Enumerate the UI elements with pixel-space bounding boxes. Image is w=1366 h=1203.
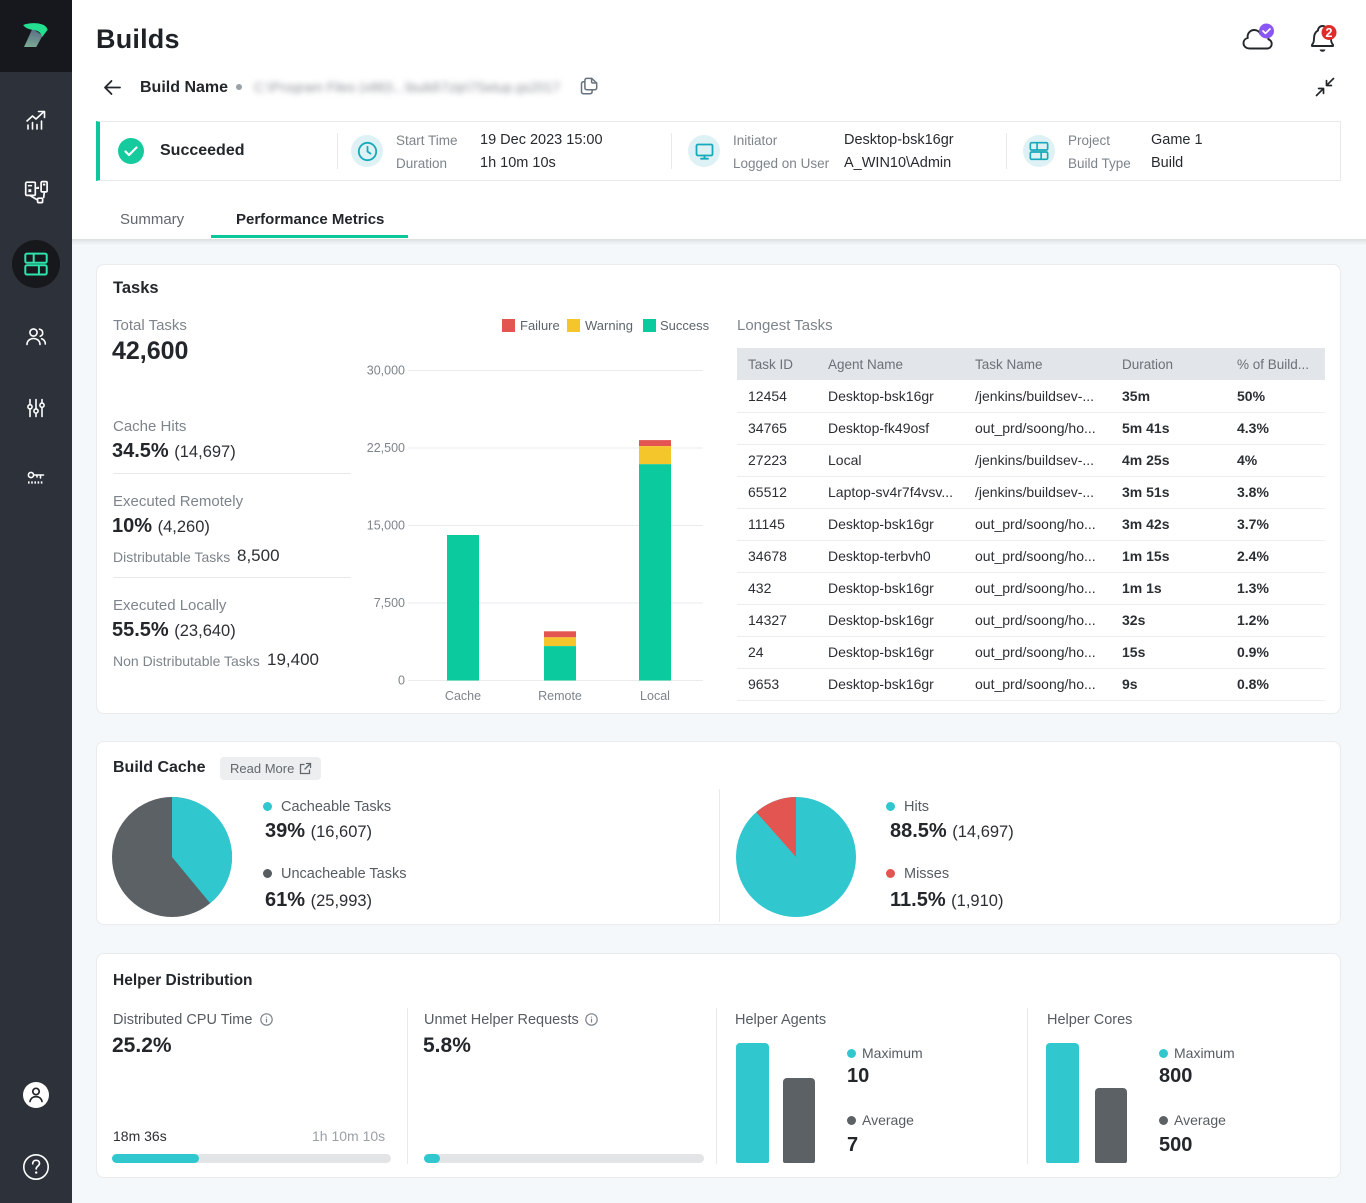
svg-text:30,000: 30,000 (367, 364, 405, 378)
svg-text:Remote: Remote (538, 689, 582, 703)
svg-text:Local: Local (640, 689, 670, 703)
svg-text:22,500: 22,500 (367, 441, 405, 455)
svg-text:Cache: Cache (445, 689, 481, 703)
svg-text:2: 2 (1326, 26, 1333, 40)
svg-text:15,000: 15,000 (367, 519, 405, 533)
svg-text:7,500: 7,500 (374, 596, 405, 610)
svg-text:0: 0 (398, 674, 405, 688)
